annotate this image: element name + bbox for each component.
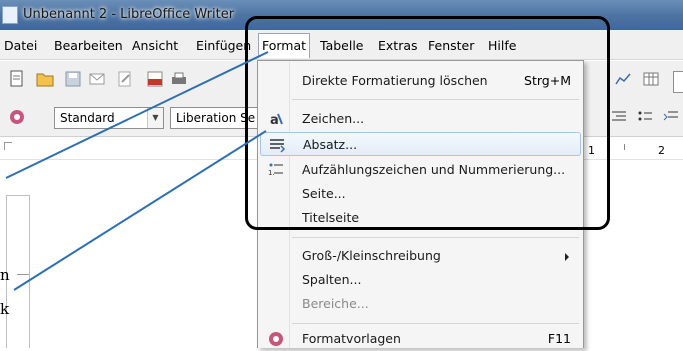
callout-lines xyxy=(5,51,269,291)
callout-line-format xyxy=(5,51,269,179)
callout-line-paragraph xyxy=(13,130,267,291)
